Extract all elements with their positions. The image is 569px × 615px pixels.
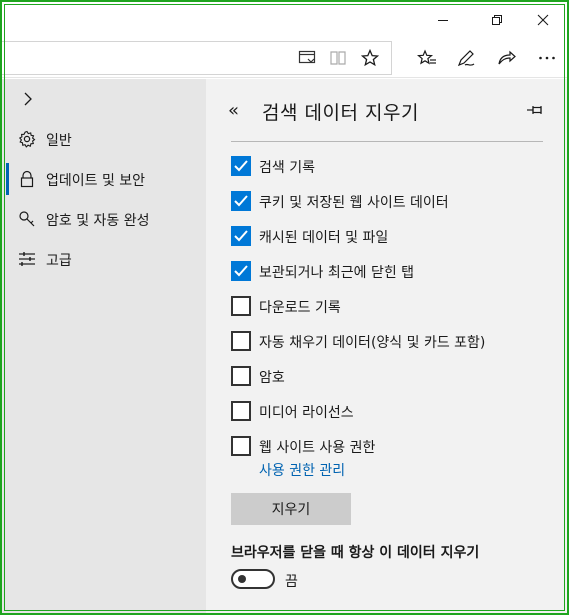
minimize-button[interactable] bbox=[420, 2, 466, 38]
pen-button[interactable] bbox=[451, 44, 481, 72]
gear-icon bbox=[18, 130, 36, 148]
checkmark-icon bbox=[234, 195, 248, 207]
chevron-right-icon bbox=[24, 92, 32, 106]
sidebar-item-label: 일반 bbox=[46, 133, 72, 149]
pin-icon bbox=[527, 106, 542, 114]
more-icon bbox=[539, 56, 555, 60]
checkbox[interactable] bbox=[231, 261, 251, 281]
sidebar-item-label: 고급 bbox=[46, 253, 72, 269]
checkbox[interactable] bbox=[231, 226, 251, 246]
page-title: 검색 데이터 지우기 bbox=[262, 102, 419, 124]
restore-icon bbox=[492, 15, 502, 25]
checkbox[interactable] bbox=[231, 401, 251, 421]
option-label: 보관되거나 최근에 닫힌 탭 bbox=[259, 265, 415, 281]
checkmark-icon bbox=[234, 160, 248, 172]
toggle-knob bbox=[238, 575, 246, 583]
reading-view-button[interactable] bbox=[323, 44, 353, 72]
reading-list-icon bbox=[298, 50, 316, 64]
sidebar-item-general[interactable]: 일반 bbox=[2, 119, 206, 159]
toggle-state-label: 끔 bbox=[285, 574, 298, 590]
checkbox[interactable] bbox=[231, 156, 251, 176]
sliders-icon bbox=[18, 250, 36, 268]
sidebar-item-advanced[interactable]: 고급 bbox=[2, 239, 206, 279]
checkmark-icon bbox=[234, 230, 248, 242]
back-button[interactable]: « bbox=[228, 99, 248, 121]
settings-sidebar: 일반 업데이트 및 보안 암호 및 자동 완성 고급 bbox=[2, 79, 206, 613]
option-label: 암호 bbox=[259, 370, 285, 386]
close-button[interactable] bbox=[520, 2, 566, 38]
option-label: 캐시된 데이터 및 파일 bbox=[259, 230, 389, 246]
checkbox[interactable] bbox=[231, 436, 251, 456]
title-bar bbox=[2, 2, 567, 38]
share-button[interactable] bbox=[492, 44, 522, 72]
app-window: 일반 업데이트 및 보안 암호 및 자동 완성 고급 « 검색 데이터 지우기 bbox=[0, 0, 569, 615]
sidebar-item-passwords-autofill[interactable]: 암호 및 자동 완성 bbox=[2, 199, 206, 239]
option-label: 쿠키 및 저장된 웹 사이트 데이터 bbox=[259, 195, 449, 211]
reading-list-button[interactable] bbox=[292, 44, 322, 72]
option-label: 자동 채우기 데이터(양식 및 카드 포함) bbox=[259, 335, 486, 351]
browser-toolbar bbox=[2, 38, 567, 78]
restore-button[interactable] bbox=[474, 2, 520, 38]
title-divider bbox=[231, 141, 543, 142]
share-icon bbox=[498, 50, 516, 65]
clear-button[interactable]: 지우기 bbox=[231, 493, 351, 525]
checkbox[interactable] bbox=[231, 191, 251, 211]
option-label: 검색 기록 bbox=[259, 160, 315, 176]
favorites-hub-icon bbox=[417, 49, 436, 65]
manage-permissions-link[interactable]: 사용 권한 관리 bbox=[259, 460, 345, 480]
favorites-hub-button[interactable] bbox=[412, 44, 442, 72]
active-indicator bbox=[6, 163, 9, 195]
reading-view-icon bbox=[330, 51, 346, 65]
sidebar-expand-button[interactable] bbox=[18, 89, 38, 109]
favorite-star-icon bbox=[361, 49, 379, 67]
favorite-star-button[interactable] bbox=[355, 44, 385, 72]
sidebar-item-label: 암호 및 자동 완성 bbox=[46, 213, 150, 229]
option-label: 다운로드 기록 bbox=[259, 300, 341, 316]
checkmark-icon bbox=[234, 265, 248, 277]
pin-button[interactable] bbox=[524, 101, 546, 119]
checkbox[interactable] bbox=[231, 331, 251, 351]
minimize-icon bbox=[438, 20, 448, 21]
always-clear-label: 브라우저를 닫을 때 항상 이 데이터 지우기 bbox=[231, 545, 480, 561]
checkbox[interactable] bbox=[231, 366, 251, 386]
key-icon bbox=[18, 210, 36, 228]
more-button[interactable] bbox=[532, 44, 562, 72]
option-label: 웹 사이트 사용 권한 bbox=[259, 440, 376, 456]
checkbox[interactable] bbox=[231, 296, 251, 316]
sidebar-item-label: 업데이트 및 보안 bbox=[46, 173, 146, 189]
option-label: 미디어 라이선스 bbox=[259, 405, 354, 421]
always-clear-toggle[interactable] bbox=[231, 569, 275, 589]
pen-icon bbox=[457, 50, 475, 67]
close-icon bbox=[537, 14, 549, 26]
sidebar-item-update-security[interactable]: 업데이트 및 보안 bbox=[2, 159, 206, 199]
clear-data-panel: « 검색 데이터 지우기 검색 기록 쿠키 및 저장된 웹 사이트 데이터 캐시… bbox=[206, 79, 567, 613]
lock-icon bbox=[18, 170, 36, 188]
